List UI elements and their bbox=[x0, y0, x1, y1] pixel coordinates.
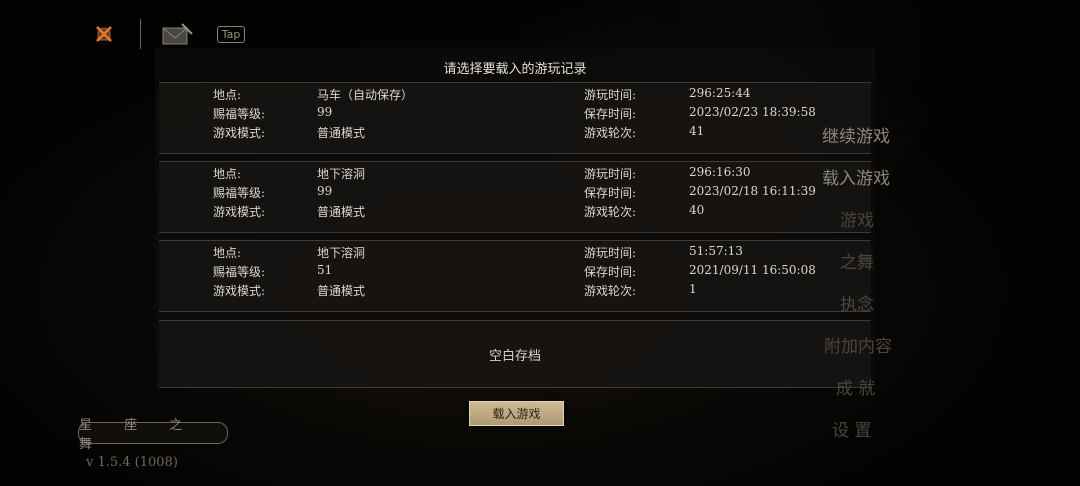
mode-label: 游戏模式: bbox=[213, 126, 266, 140]
playtime-value: 51:57:13 bbox=[689, 244, 743, 258]
location-label: 地点: bbox=[213, 88, 242, 102]
round-label: 游戏轮次: bbox=[584, 126, 637, 140]
menu-item-continue[interactable]: 继续游戏 bbox=[822, 122, 942, 147]
mail-icon[interactable] bbox=[159, 18, 195, 50]
level-value: 51 bbox=[317, 263, 333, 277]
savetime-value: 2021/09/11 16:50:08 bbox=[689, 263, 816, 277]
menu-item-dlc[interactable]: 附加内容 bbox=[824, 332, 944, 357]
mode-label: 游戏模式: bbox=[213, 205, 266, 219]
playtime-value: 296:25:44 bbox=[689, 86, 751, 100]
version-label: v 1.5.4 (1008) bbox=[86, 455, 178, 470]
tap-icon[interactable]: Tap bbox=[213, 18, 249, 50]
empty-slot-label: 空白存档 bbox=[488, 348, 541, 364]
bell-close-icon[interactable] bbox=[86, 18, 122, 50]
playtime-label: 游玩时间: bbox=[584, 88, 637, 102]
location-label: 地点: bbox=[213, 167, 242, 181]
level-label: 赐福等级: bbox=[213, 186, 266, 200]
round-label: 游戏轮次: bbox=[584, 205, 637, 219]
savetime-value: 2023/02/23 18:39:58 bbox=[689, 105, 816, 119]
save-slot-1[interactable]: 地点: 马车（自动保存） 游玩时间: 296:25:44 赐福等级: 99 保存… bbox=[159, 82, 871, 154]
menu-item-obsession[interactable]: 执念 bbox=[840, 290, 960, 315]
menu-item-settings[interactable]: 设 置 bbox=[832, 416, 952, 441]
game-logo: 星 座 之 舞 bbox=[78, 418, 228, 452]
tap-label: Tap bbox=[216, 25, 246, 43]
mode-value: 普通模式 bbox=[317, 284, 366, 298]
round-label: 游戏轮次: bbox=[584, 284, 637, 298]
playtime-value: 296:16:30 bbox=[689, 165, 751, 179]
location-value: 马车（自动保存） bbox=[317, 88, 414, 102]
dialog-title: 请选择要载入的游玩记录 bbox=[443, 62, 587, 77]
menu-item-achievements[interactable]: 成 就 bbox=[836, 374, 956, 399]
menu-item-dance[interactable]: 之舞 bbox=[840, 248, 960, 273]
round-value: 40 bbox=[689, 203, 705, 217]
level-label: 赐福等级: bbox=[213, 107, 266, 121]
empty-save-slot[interactable]: 空白存档 bbox=[159, 320, 871, 388]
icon-divider bbox=[140, 19, 141, 49]
playtime-label: 游玩时间: bbox=[584, 167, 637, 181]
save-slot-3[interactable]: 地点: 地下溶洞 游玩时间: 51:57:13 赐福等级: 51 保存时间: 2… bbox=[159, 240, 871, 312]
level-value: 99 bbox=[317, 105, 333, 119]
savetime-label: 保存时间: bbox=[584, 107, 637, 121]
savetime-label: 保存时间: bbox=[584, 186, 637, 200]
mode-label: 游戏模式: bbox=[213, 284, 266, 298]
mode-value: 普通模式 bbox=[317, 205, 366, 219]
mode-value: 普通模式 bbox=[317, 126, 366, 140]
round-value: 1 bbox=[689, 282, 697, 296]
menu-item-load[interactable]: 载入游戏 bbox=[822, 164, 942, 189]
menu-item-new-game[interactable]: 游戏 bbox=[840, 206, 960, 231]
round-value: 41 bbox=[689, 124, 705, 138]
load-game-button[interactable]: 载入游戏 bbox=[469, 401, 564, 426]
level-value: 99 bbox=[317, 184, 333, 198]
savetime-value: 2023/02/18 16:11:39 bbox=[689, 184, 816, 198]
location-value: 地下溶洞 bbox=[317, 167, 366, 181]
location-label: 地点: bbox=[213, 246, 242, 260]
top-icon-bar: Tap bbox=[86, 18, 249, 50]
location-value: 地下溶洞 bbox=[317, 246, 366, 260]
load-save-dialog: 请选择要载入的游玩记录 地点: 马车（自动保存） 游玩时间: 296:25:44… bbox=[155, 48, 875, 388]
save-slot-2[interactable]: 地点: 地下溶洞 游玩时间: 296:16:30 赐福等级: 99 保存时间: … bbox=[159, 161, 871, 233]
savetime-label: 保存时间: bbox=[584, 265, 637, 279]
level-label: 赐福等级: bbox=[213, 265, 266, 279]
playtime-label: 游玩时间: bbox=[584, 246, 637, 260]
